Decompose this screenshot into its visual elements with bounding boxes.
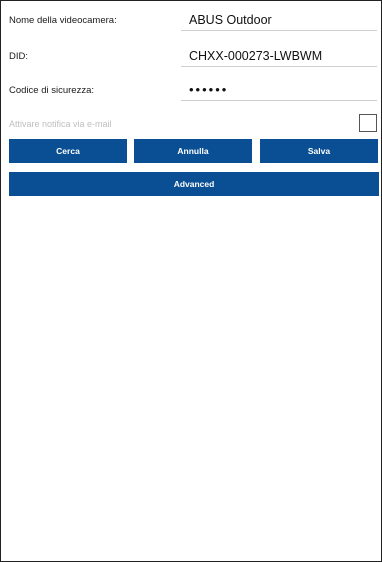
search-button[interactable]: Cerca: [9, 139, 127, 163]
camera-name-input[interactable]: [189, 12, 377, 27]
security-code-input[interactable]: [189, 82, 377, 97]
security-code-row: Codice di sicurezza:: [9, 79, 377, 101]
did-row: DID:: [9, 45, 377, 67]
camera-name-row: Nome della videocamera:: [9, 9, 377, 31]
advanced-button[interactable]: Advanced: [9, 172, 379, 196]
email-notification-label: Attivare notifica via e-mail: [9, 119, 112, 129]
camera-settings-screen: Nome della videocamera: DID: Codice di s…: [0, 0, 382, 562]
save-button[interactable]: Salva: [260, 139, 378, 163]
email-notification-checkbox[interactable]: [359, 114, 377, 132]
camera-name-label: Nome della videocamera:: [9, 14, 117, 26]
did-field[interactable]: [181, 45, 377, 67]
security-code-label: Codice di sicurezza:: [9, 84, 95, 96]
did-input[interactable]: [189, 48, 377, 63]
cancel-button[interactable]: Annulla: [134, 139, 252, 163]
security-code-field[interactable]: [181, 79, 377, 101]
did-label: DID:: [9, 50, 28, 62]
camera-name-field[interactable]: [181, 9, 377, 31]
